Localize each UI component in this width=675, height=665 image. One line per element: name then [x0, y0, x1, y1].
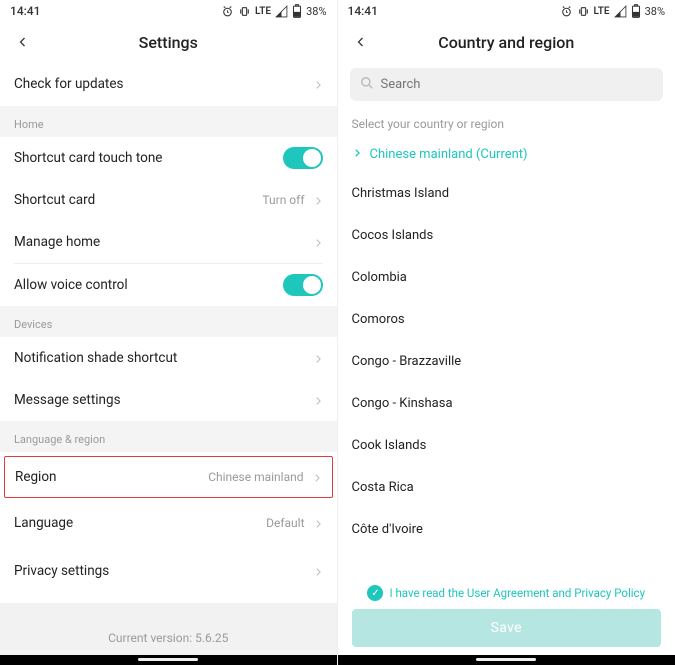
chevron-right-icon — [313, 233, 323, 252]
row-label: Check for updates — [14, 76, 123, 92]
back-button[interactable] — [352, 33, 370, 51]
row-label: Privacy settings — [14, 563, 109, 579]
agreement-row[interactable]: ✓ I have read the User Agreement and Pri… — [338, 575, 675, 609]
save-button[interactable]: Save — [352, 609, 662, 647]
home-pill[interactable] — [476, 658, 536, 661]
chevron-right-icon — [313, 349, 323, 368]
notification-shade-row[interactable]: Notification shade shortcut — [0, 337, 337, 379]
page-title: Country and region — [438, 33, 574, 52]
row-value: Turn off — [262, 193, 304, 207]
lte-label: LTE — [594, 6, 610, 17]
row-label: Shortcut card — [14, 192, 95, 208]
home-pill[interactable] — [138, 658, 198, 661]
header: Settings — [0, 22, 337, 62]
region-row[interactable]: Region Chinese mainland — [4, 456, 333, 498]
row-label: Allow voice control — [14, 277, 128, 293]
nav-bar — [0, 655, 337, 665]
status-bar: 14:41 LTE 38% — [338, 0, 675, 22]
battery-icon — [292, 4, 302, 18]
country-item[interactable]: Cocos Islands — [338, 214, 675, 256]
save-label: Save — [491, 620, 522, 636]
row-value: Default — [266, 516, 304, 530]
battery-pct: 38% — [645, 5, 665, 18]
country-item[interactable]: Christmas Island — [338, 172, 675, 214]
current-region-row[interactable]: Chinese mainland (Current) — [338, 137, 675, 172]
privacy-row[interactable]: Privacy settings — [0, 550, 337, 592]
voice-control-row[interactable]: Allow voice control — [0, 264, 337, 306]
select-hint: Select your country or region — [338, 107, 675, 137]
back-button[interactable] — [14, 33, 32, 51]
header: Country and region — [338, 22, 675, 62]
chevron-right-icon — [313, 191, 323, 210]
nav-bar — [338, 655, 675, 665]
row-label: Notification shade shortcut — [14, 350, 177, 366]
country-item[interactable]: Colombia — [338, 256, 675, 298]
shortcut-card-row[interactable]: Shortcut card Turn off — [0, 179, 337, 221]
check-circle-icon[interactable]: ✓ — [367, 585, 383, 601]
country-item[interactable]: Congo - Brazzaville — [338, 340, 675, 382]
row-label: Manage home — [14, 234, 100, 250]
row-value: Chinese mainland — [208, 470, 303, 484]
lang-region-section-header: Language & region — [0, 421, 337, 452]
shortcut-tone-row[interactable]: Shortcut card touch tone — [0, 137, 337, 179]
country-item[interactable]: Costa Rica — [338, 466, 675, 508]
toggle-switch[interactable] — [283, 274, 323, 296]
manage-home-row[interactable]: Manage home — [0, 221, 337, 263]
chevron-right-icon — [313, 514, 323, 533]
country-item[interactable]: Comoros — [338, 298, 675, 340]
vibrate-icon — [577, 5, 590, 18]
alarm-icon — [221, 5, 234, 18]
devices-section-header: Devices — [0, 306, 337, 337]
row-label: Message settings — [14, 392, 121, 408]
status-time: 14:41 — [348, 4, 378, 18]
check-updates-row[interactable]: Check for updates — [0, 62, 337, 106]
chevron-right-icon — [313, 75, 323, 94]
language-row[interactable]: Language Default — [0, 502, 337, 544]
country-item[interactable]: Côte d'Ivoire — [338, 508, 675, 550]
battery-pct: 38% — [306, 5, 326, 18]
chevron-right-icon — [312, 468, 322, 487]
chevron-right-icon — [313, 391, 323, 410]
alarm-icon — [560, 5, 573, 18]
chevron-right-icon — [313, 562, 323, 581]
chevron-right-icon — [352, 147, 362, 162]
row-label: Language — [14, 515, 73, 531]
status-bar: 14:41 LTE 38% — [0, 0, 337, 22]
row-label: Shortcut card touch tone — [14, 150, 162, 166]
country-item[interactable]: Congo - Kinshasa — [338, 382, 675, 424]
row-label: Region — [15, 469, 57, 485]
message-settings-row[interactable]: Message settings — [0, 379, 337, 421]
status-time: 14:41 — [10, 4, 40, 18]
country-item[interactable]: Cook Islands — [338, 424, 675, 466]
signal-icon — [614, 5, 627, 18]
search-box[interactable] — [350, 68, 664, 101]
home-section-header: Home — [0, 106, 337, 137]
toggle-switch[interactable] — [283, 147, 323, 169]
battery-icon — [631, 4, 641, 18]
search-icon — [360, 75, 374, 94]
country-list: Christmas IslandCocos IslandsColombiaCom… — [338, 172, 675, 550]
vibrate-icon — [238, 5, 251, 18]
version-label: Current version: 5.6.25 — [0, 603, 337, 655]
lte-label: LTE — [255, 6, 271, 17]
search-input[interactable] — [381, 77, 654, 92]
page-title: Settings — [139, 33, 198, 52]
signal-icon — [275, 5, 288, 18]
agreement-text: I have read the User Agreement and Priva… — [389, 586, 645, 600]
current-region-label: Chinese mainland (Current) — [370, 147, 528, 162]
